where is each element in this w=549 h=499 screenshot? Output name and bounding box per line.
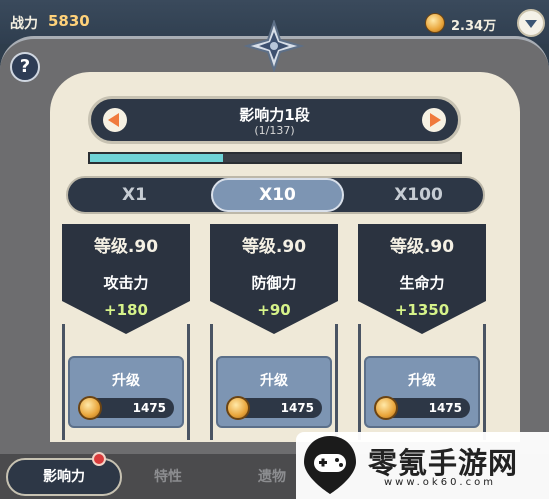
gold-coin-icon (226, 396, 250, 420)
multiplier-x100[interactable]: X100 (352, 178, 485, 212)
level-banner: 影响力1段 (1/137) (88, 96, 461, 144)
card-stat-bonus: +1350 (394, 301, 450, 319)
upgrade-cost: 1475 (226, 396, 322, 420)
cost-value: 1475 (280, 401, 314, 415)
gamepad-pin-logo-icon (304, 436, 356, 494)
card-level: 等级.90 (93, 237, 159, 257)
watermark-text: 零氪手游网 (368, 446, 519, 480)
upgrade-attack-button[interactable]: 升级 1475 (68, 356, 184, 428)
card-level: 等级.90 (389, 237, 455, 257)
health-card: 等级.90 生命力 +1350 升级 1475 (358, 224, 486, 440)
power-value: 5830 (48, 12, 90, 30)
tab-influence[interactable]: 影响力 (6, 458, 122, 496)
upgrade-defense-button[interactable]: 升级 1475 (216, 356, 332, 428)
card-stat-bonus: +90 (257, 301, 291, 319)
gold-coin-icon (78, 396, 102, 420)
cost-value: 1475 (428, 401, 462, 415)
watermark-url: www.ok60.com (384, 477, 496, 488)
level-title: 影响力1段 (239, 106, 310, 124)
multiplier-selector: X1 X10 X100 (66, 176, 485, 214)
power-label: 战力 (10, 16, 38, 32)
level-progress-bar (88, 152, 462, 164)
next-level-button[interactable] (422, 108, 446, 132)
star-emblem-icon (243, 20, 305, 72)
gold-coin-icon (425, 13, 445, 33)
upgrade-label: 升级 (260, 373, 288, 389)
multiplier-x1[interactable]: X1 (68, 178, 201, 212)
cost-value: 1475 (132, 401, 166, 415)
arrow-right-icon (430, 113, 441, 127)
upgrade-label: 升级 (408, 373, 436, 389)
level-progress-text: (1/137) (254, 124, 295, 137)
card-level: 等级.90 (241, 237, 307, 257)
chevron-down-icon[interactable] (517, 9, 545, 37)
card-stat-name: 生命力 (399, 274, 445, 292)
card-stat-name: 防御力 (251, 274, 297, 292)
card-stat-bonus: +180 (104, 301, 148, 319)
upgrade-cost: 1475 (374, 396, 470, 420)
gold-value: 2.34万 (451, 19, 497, 34)
level-progress-fill (90, 154, 224, 162)
gold-coin-icon (374, 396, 398, 420)
upgrade-health-button[interactable]: 升级 1475 (364, 356, 480, 428)
upgrade-cost: 1475 (78, 396, 174, 420)
attack-card: 等级.90 攻击力 +180 升级 1475 (62, 224, 190, 440)
defense-card: 等级.90 防御力 +90 升级 1475 (210, 224, 338, 440)
tab-relics[interactable]: 遗物 (258, 466, 286, 486)
card-stat-name: 攻击力 (103, 274, 149, 292)
upgrade-label: 升级 (112, 373, 140, 389)
tab-traits[interactable]: 特性 (154, 466, 182, 486)
multiplier-x10[interactable]: X10 (211, 178, 344, 212)
notification-dot (92, 452, 106, 466)
help-button[interactable]: ? (10, 52, 40, 82)
